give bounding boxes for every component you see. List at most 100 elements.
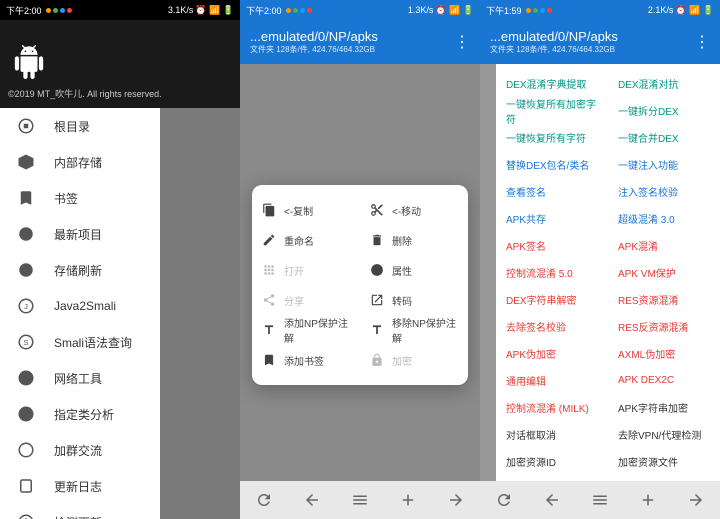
context-menu-item[interactable]: 打开 (252, 255, 360, 285)
menu-item-label: <-复制 (284, 203, 313, 218)
context-menu-item[interactable]: 属性 (360, 255, 468, 285)
action-label: 控制流混淆 5.0 (506, 265, 573, 280)
refresh-icon[interactable] (255, 491, 273, 509)
action-item[interactable]: 一键恢复所有加密字符 (496, 97, 608, 124)
status-time: 下午2:00 (246, 4, 282, 17)
action-item[interactable]: RES资源混淆 (608, 286, 720, 313)
context-menu-item[interactable]: <-复制 (252, 195, 360, 225)
drawer-header: ©2019 MT_吹牛儿. All rights reserved. (0, 20, 240, 108)
action-item[interactable]: APK伪加密 (496, 340, 608, 367)
overflow-menu-icon[interactable]: ⋮ (694, 32, 710, 52)
android-icon (12, 42, 46, 82)
action-label: 一键恢复所有字符 (506, 130, 586, 145)
menu-item-label: <-移动 (392, 203, 421, 218)
context-menu-item[interactable]: 删除 (360, 225, 468, 255)
action-item[interactable]: 一键注入功能 (608, 151, 720, 178)
action-item[interactable]: APK字符串加密 (608, 394, 720, 421)
action-item[interactable]: DEX混淆对抗 (608, 70, 720, 97)
status-bar: 下午1:59 2.1K/s⏰ 📶 🔋 (480, 0, 720, 20)
drawer-item-label: 内部存储 (54, 154, 102, 171)
action-item[interactable]: 一键合并DEX (608, 124, 720, 151)
action-item[interactable]: APK签名 (496, 232, 608, 259)
drawer-item-label: 加群交流 (54, 442, 102, 459)
action-label: 一键合并DEX (618, 130, 679, 145)
action-item[interactable]: DEX字符串解密 (496, 286, 608, 313)
action-item[interactable]: DEX混淆字典提取 (496, 70, 608, 97)
drawer-item-icon (16, 224, 36, 244)
action-item[interactable]: RES反资源混淆 (608, 313, 720, 340)
action-label: DEX混淆字典提取 (506, 76, 587, 91)
action-item[interactable]: APK DEX2C (608, 367, 720, 394)
action-item[interactable]: 查看签名 (496, 178, 608, 205)
action-label: 去除VPN/代理检测 (618, 427, 701, 442)
context-menu-item[interactable]: 加密 (360, 345, 468, 375)
action-item[interactable]: 超级混淆 3.0 (608, 205, 720, 232)
add-icon[interactable] (639, 491, 657, 509)
context-menu-item[interactable]: <-移动 (360, 195, 468, 225)
context-menu-item[interactable]: 添加书签 (252, 345, 360, 375)
action-label: 超级混淆 3.0 (618, 211, 675, 226)
action-label: 加密资源文件 (618, 454, 678, 469)
status-time: 下午1:59 (486, 4, 522, 17)
action-label: 一键注入功能 (618, 157, 678, 172)
path-info: 文件夹 128条/件, 424.76/464.32GB (490, 44, 618, 55)
drawer-item-icon (16, 368, 36, 388)
add-icon[interactable] (399, 491, 417, 509)
context-menu-item[interactable]: 重命名 (252, 225, 360, 255)
back-icon[interactable] (543, 491, 561, 509)
action-label: RES反资源混淆 (618, 319, 689, 334)
menu-item-label: 分享 (284, 293, 304, 308)
net-speed: 1.3K/s (408, 5, 434, 15)
action-item[interactable]: 一键拆分DEX (608, 97, 720, 124)
overflow-menu-icon[interactable]: ⋮ (454, 32, 470, 52)
action-item[interactable]: 控制流混淆 (MILK) (496, 394, 608, 421)
action-item[interactable]: 去除VPN/代理检测 (608, 421, 720, 448)
context-menu-item[interactable]: 添加NP保护注解 (252, 315, 360, 345)
action-item[interactable]: 对话框取消 (496, 421, 608, 448)
action-item[interactable]: 加密资源ID (496, 448, 608, 475)
menu-item-label: 移除NP保护注解 (392, 315, 458, 345)
action-label: RES资源混淆 (618, 292, 679, 307)
menu-icon[interactable] (351, 491, 369, 509)
drawer-item-icon: J (16, 296, 36, 316)
action-item[interactable]: APK VM保护 (608, 259, 720, 286)
forward-icon[interactable] (447, 491, 465, 509)
action-label: APK VM保护 (618, 265, 676, 280)
drawer-item-label: Java2Smali (54, 299, 116, 313)
action-label: 一键拆分DEX (618, 103, 679, 118)
action-item[interactable]: APK混淆 (608, 232, 720, 259)
action-item[interactable]: 注入签名校验 (608, 178, 720, 205)
context-menu-item[interactable]: 移除NP保护注解 (360, 315, 468, 345)
context-menu-item[interactable]: 分享 (252, 285, 360, 315)
drawer-item-label: 指定类分析 (54, 406, 114, 423)
drawer-item-label: 书签 (54, 190, 78, 207)
action-item[interactable]: 控制流混淆 5.0 (496, 259, 608, 286)
refresh-icon[interactable] (495, 491, 513, 509)
action-item[interactable]: AXML伪加密 (608, 340, 720, 367)
menu-item-label: 添加书签 (284, 353, 324, 368)
forward-icon[interactable] (687, 491, 705, 509)
action-item[interactable]: APK共存 (496, 205, 608, 232)
menu-icon[interactable] (591, 491, 609, 509)
action-item[interactable]: 替换DEX包名/类名 (496, 151, 608, 178)
action-item[interactable]: 一键恢复所有字符 (496, 124, 608, 151)
drawer-item-icon: S (16, 332, 36, 352)
drawer-item-icon (16, 404, 36, 424)
action-item[interactable]: 加密资源文件 (608, 448, 720, 475)
action-label: DEX字符串解密 (506, 292, 577, 307)
menu-item-label: 打开 (284, 263, 304, 278)
drawer-item-icon (16, 512, 36, 519)
drawer-item-label: 检测更新 (54, 514, 102, 519)
action-label: DEX混淆对抗 (618, 76, 679, 91)
action-item[interactable]: 去除签名校验 (496, 313, 608, 340)
breadcrumb[interactable]: ...emulated/0/NP/apks (490, 29, 618, 44)
action-label: 加密资源ID (506, 454, 556, 469)
drawer-item-icon (16, 440, 36, 460)
menu-item-label: 删除 (392, 233, 412, 248)
action-item[interactable]: 通用编辑 (496, 367, 608, 394)
net-speed: 2.1K/s (648, 5, 674, 15)
breadcrumb[interactable]: ...emulated/0/NP/apks (250, 29, 378, 44)
context-menu-item[interactable]: 转码 (360, 285, 468, 315)
menu-item-label: 重命名 (284, 233, 314, 248)
back-icon[interactable] (303, 491, 321, 509)
